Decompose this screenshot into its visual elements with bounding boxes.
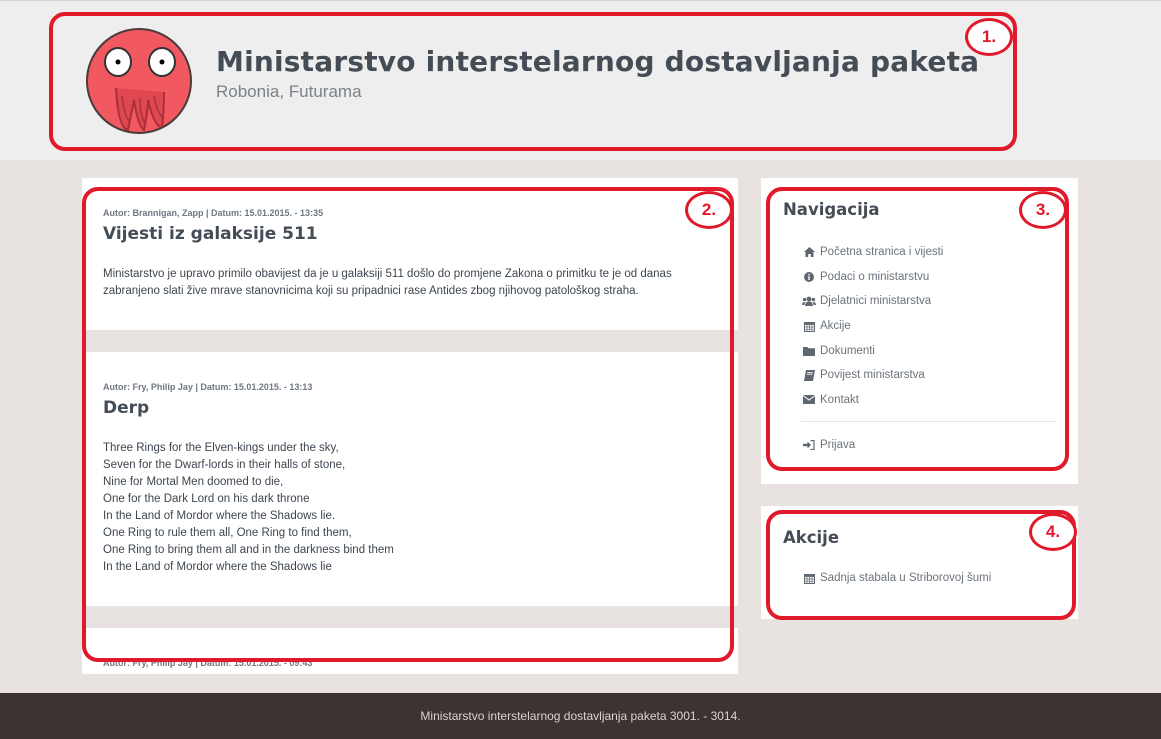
- nav-item-djelatnici[interactable]: Djelatnici ministarstva: [802, 289, 943, 314]
- sign-in-icon: [802, 440, 816, 451]
- zoidberg-logo: [86, 28, 192, 134]
- envelope-icon: [802, 395, 816, 405]
- navigation-list: Početna stranica i vijesti Podaci o mini…: [802, 240, 943, 412]
- post-line: In the Land of Mordor where the Shadows …: [103, 510, 336, 522]
- nav-item-pocetna[interactable]: Početna stranica i vijesti: [802, 240, 943, 265]
- news-post: Autor: Fry, Philip Jay | Datum: 15.01.20…: [82, 628, 738, 674]
- nav-item-povijest[interactable]: Povijest ministarstva: [802, 363, 943, 388]
- post-separator: [82, 330, 738, 352]
- post-line: zabranjeno slati žive mrave stanovnicima…: [103, 285, 639, 297]
- post-meta: Autor: Fry, Philip Jay | Datum: 15.01.20…: [103, 382, 313, 392]
- nav-item-akcije[interactable]: Akcije: [802, 314, 943, 339]
- akcije-item[interactable]: Sadnja stabala u Striborovoj šumi: [802, 566, 991, 591]
- nav-label: Povijest ministarstva: [820, 369, 925, 382]
- nav-item-podaci[interactable]: Podaci o ministarstvu: [802, 265, 943, 290]
- post-body: Three Rings for the Elven-kings under th…: [103, 440, 717, 576]
- post-line: Seven for the Dwarf-lords in their halls…: [103, 459, 346, 471]
- post-body: Ministarstvo je upravo primilo obavijest…: [103, 266, 717, 300]
- nav-item-kontakt[interactable]: Kontakt: [802, 388, 943, 413]
- annotation-badge: 3.: [1019, 191, 1067, 229]
- nav-item-dokumenti[interactable]: Dokumenti: [802, 338, 943, 363]
- akcije-title: Akcije: [783, 528, 840, 547]
- nav-label: Početna stranica i vijesti: [820, 246, 944, 259]
- post-meta: Autor: Brannigan, Zapp | Datum: 15.01.20…: [103, 208, 324, 218]
- news-post: Autor: Fry, Philip Jay | Datum: 15.01.20…: [82, 352, 738, 606]
- site-footer: Ministarstvo interstelarnog dostavljanja…: [0, 693, 1161, 739]
- post-line: One Ring to rule them all, One Ring to f…: [103, 527, 352, 539]
- calendar-icon: [802, 321, 816, 332]
- nav-item-prijava[interactable]: Prijava: [802, 433, 855, 458]
- news-feed: Autor: Brannigan, Zapp | Datum: 15.01.20…: [82, 178, 738, 674]
- site-title: Ministarstvo interstelarnog dostavljanja…: [216, 45, 980, 78]
- annotation-badge: 1.: [965, 18, 1013, 56]
- news-post: Autor: Brannigan, Zapp | Datum: 15.01.20…: [82, 178, 738, 330]
- navigation-divider: [801, 421, 1056, 422]
- post-line: One Ring to bring them all and in the da…: [103, 544, 394, 556]
- folder-icon: [802, 346, 816, 356]
- nav-label: Dokumenti: [820, 344, 875, 357]
- footer-text: Ministarstvo interstelarnog dostavljanja…: [420, 709, 741, 723]
- annotation-badge: 4.: [1029, 513, 1077, 551]
- nav-label: Akcije: [820, 320, 851, 333]
- nav-label: Podaci o ministarstvu: [820, 270, 930, 283]
- home-icon: [802, 247, 816, 258]
- nav-label: Kontakt: [820, 393, 859, 406]
- post-meta: Autor: Fry, Philip Jay | Datum: 15.01.20…: [103, 658, 313, 668]
- info-icon: [802, 271, 816, 282]
- akcije-item-label: Sadnja stabala u Striborovoj šumi: [820, 572, 992, 585]
- nav-label: Djelatnici ministarstva: [820, 295, 932, 308]
- book-icon: [802, 369, 816, 381]
- post-line: One for the Dark Lord on his dark throne: [103, 493, 310, 505]
- post-title[interactable]: Derp: [103, 398, 717, 418]
- site-subtitle: Robonia, Futurama: [216, 82, 362, 101]
- post-line: Nine for Mortal Men doomed to die,: [103, 476, 284, 488]
- navigation-title: Navigacija: [783, 200, 880, 219]
- post-separator: [82, 606, 738, 628]
- annotation-badge: 2.: [685, 191, 733, 229]
- nav-label: Prijava: [820, 439, 856, 452]
- post-line: Ministarstvo je upravo primilo obavijest…: [103, 268, 672, 280]
- post-line: In the Land of Mordor where the Shadows …: [103, 561, 332, 573]
- users-icon: [802, 296, 816, 307]
- post-line: Three Rings for the Elven-kings under th…: [103, 442, 339, 454]
- post-title[interactable]: Vijesti iz galaksije 511: [103, 224, 717, 244]
- calendar-icon: [802, 573, 816, 584]
